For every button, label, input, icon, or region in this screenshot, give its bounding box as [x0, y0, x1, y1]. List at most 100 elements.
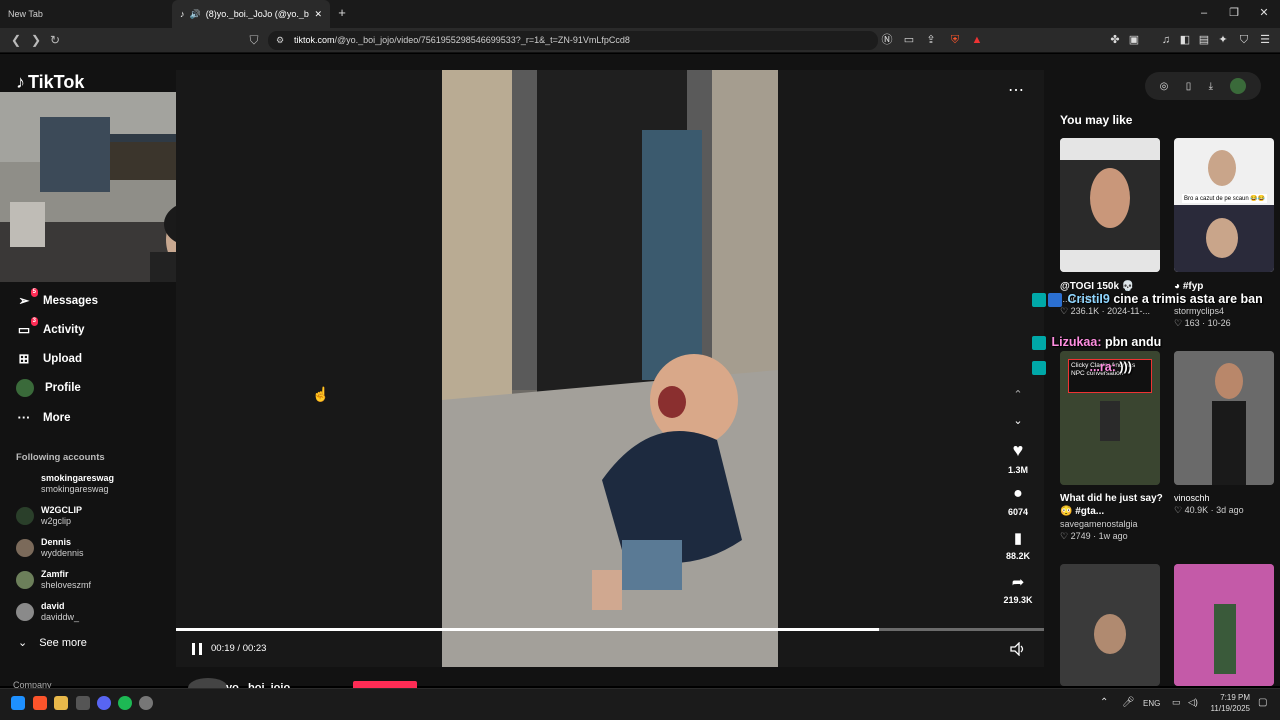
send-icon: ➢ 5 [18, 288, 38, 308]
clock-time: 7:19 PM [1220, 693, 1250, 702]
chat-username: ...ra: [1089, 360, 1116, 374]
chat-badge-icon [1032, 292, 1046, 307]
coin-icon[interactable]: ◎ [1160, 81, 1169, 92]
share-arrow-icon: ➦ [1011, 574, 1025, 591]
like-button[interactable]: ♥ 1.3M [1000, 440, 1036, 475]
suggestion-item[interactable]: vinoschh ♡ 40.9K · 3d ago [1174, 492, 1279, 516]
app-icon[interactable] [76, 696, 90, 710]
chat-badge-icon [1032, 335, 1046, 350]
thumbnail-image [1060, 138, 1160, 272]
nav-profile[interactable]: Profile [16, 378, 81, 398]
volume-icon[interactable]: ◁) [1188, 697, 1198, 708]
forward-button[interactable]: ❯ [28, 32, 44, 48]
screenshot-icon[interactable]: ▣ [1127, 33, 1141, 47]
extensions-icon[interactable]: ✤ [1108, 33, 1122, 47]
following-account[interactable]: david daviddw_ [16, 598, 79, 626]
avatar [16, 539, 34, 557]
speaker-icon[interactable]: 🔊 [190, 9, 201, 20]
nav-messages[interactable]: ➢ 5 Messages [16, 288, 98, 311]
nav-upload[interactable]: ⊞ Upload [16, 349, 82, 369]
tab-new-tab[interactable]: New Tab [0, 0, 170, 28]
new-tab-button[interactable]: + [334, 5, 350, 21]
tab-tiktok[interactable]: ♪ 🔊 (8)yo._boi._JoJo (@yo._boi_jo ✕ [172, 0, 330, 28]
thumbnail-image [1174, 138, 1274, 272]
account-name: david [41, 601, 65, 611]
network-icon[interactable]: ▭ [1172, 697, 1181, 708]
site-info-icon[interactable]: ⚙ [276, 31, 284, 50]
tab-title: New Tab [8, 9, 43, 19]
tiktok-logo[interactable]: ♪ TikTok [16, 72, 84, 93]
wallet-icon[interactable]: ▤ [1197, 33, 1211, 47]
user-avatar-icon[interactable] [1230, 78, 1247, 94]
time-display: 00:19 / 00:23 [211, 643, 267, 654]
suggestion-stats: ♡ 236.1K · 2024-11-... [1060, 306, 1150, 316]
nav-label: Activity [43, 324, 85, 336]
notification-icon[interactable]: ▢ [1258, 697, 1267, 708]
heart-icon: ♥ [1012, 440, 1024, 460]
profile-avatar-icon [16, 379, 34, 397]
suggestion-thumbnail[interactable] [1060, 564, 1160, 686]
video-frame[interactable] [442, 70, 778, 667]
language-indicator[interactable]: ENG [1143, 699, 1160, 708]
brave-shield-icon[interactable]: ⛨ [948, 33, 962, 47]
chat-username: Lizukaa: [1051, 335, 1102, 349]
nav-more[interactable]: ··· More [16, 408, 71, 428]
reload-button[interactable]: ↻ [47, 32, 63, 48]
more-options-button[interactable]: ⋯ [1008, 80, 1025, 100]
comment-button[interactable]: ● 6074 [1000, 485, 1036, 517]
cast-icon[interactable]: ▭ [902, 33, 916, 47]
suggestion-thumbnail[interactable] [1060, 138, 1160, 272]
pause-button[interactable] [190, 642, 204, 656]
music-icon[interactable]: ♫ [1159, 33, 1173, 47]
thumbnail-caption: Bro a cazut de pe scaun 😂😂 [1182, 194, 1268, 203]
suggestion-thumbnail[interactable] [1174, 564, 1274, 686]
chat-text: cine a trimis asta are ban [1113, 292, 1263, 306]
suggestion-user: savegamenostalgia [1060, 519, 1138, 529]
following-account[interactable]: Dennis wyddennis [16, 534, 84, 562]
file-explorer-icon[interactable] [54, 696, 68, 710]
back-button[interactable]: ❮ [8, 32, 24, 48]
restore-button[interactable]: ❐ [1224, 4, 1244, 22]
suggestion-likes: 2749 [1070, 531, 1091, 541]
volume-button[interactable] [1010, 641, 1026, 657]
account-handle: sheloveszmf [41, 580, 92, 590]
tiktok-logo-icon: ♪ [16, 72, 25, 92]
see-more-button[interactable]: ⌄ See more [18, 636, 87, 650]
microphone-icon[interactable]: 🎤︎ [1122, 697, 1135, 708]
save-button[interactable]: ▮ 88.2K [1000, 529, 1036, 561]
suggestion-thumbnail[interactable] [1174, 351, 1274, 485]
chevron-down-icon[interactable]: ⌄ [1010, 414, 1026, 427]
brave-browser-icon[interactable] [33, 696, 47, 710]
menu-icon[interactable]: ☰ [1258, 33, 1272, 47]
following-account[interactable]: smokingareswag smokingareswag [16, 470, 114, 498]
share-button[interactable]: ➦ 219.3K [1000, 573, 1036, 605]
sidebar-icon[interactable]: ◧ [1178, 33, 1192, 47]
phone-icon[interactable]: ▯ [1186, 81, 1192, 92]
close-tab-icon[interactable]: ✕ [314, 9, 322, 20]
discord-icon[interactable] [97, 696, 111, 710]
chevron-up-icon[interactable]: ⌃ [1100, 697, 1108, 708]
download-icon[interactable]: ⤓ [1209, 81, 1213, 92]
obs-icon[interactable] [139, 696, 153, 710]
suggestion-item[interactable]: What did he just say? 😳 #gta... savegame… [1060, 492, 1170, 542]
suggestion-thumbnail[interactable]: Bro a cazut de pe scaun 😂😂 [1174, 138, 1274, 272]
brave-rewards-icon[interactable]: ▲ [970, 33, 984, 47]
vpn-icon[interactable]: ⛉ [1237, 33, 1251, 47]
system-clock[interactable]: 7:19 PM 11/19/2025 [1206, 692, 1250, 714]
chat-badge-icon [1048, 292, 1062, 307]
no-translate-icon[interactable]: Ⓝ [880, 33, 894, 47]
suggestion-likes: 163 [1184, 318, 1200, 328]
leo-ai-icon[interactable]: ✦ [1216, 33, 1230, 47]
bookmark-icon[interactable]: ⛉ [246, 32, 262, 48]
minimize-button[interactable]: – [1194, 4, 1214, 22]
share-icon[interactable]: ⇪ [924, 33, 938, 47]
nav-activity[interactable]: ▭ 3 Activity [16, 317, 85, 340]
url-bar[interactable]: ⚙ tiktok.com/@yo._boi_jojo/video/7561955… [268, 31, 878, 50]
following-account[interactable]: W2GCLIP w2gclip [16, 502, 82, 530]
close-window-button[interactable]: ✕ [1254, 4, 1274, 22]
account-handle: smokingareswag [41, 484, 109, 494]
start-windows-icon[interactable] [11, 696, 25, 710]
spotify-icon[interactable] [118, 696, 132, 710]
following-account[interactable]: Zamfir sheloveszmf [16, 566, 91, 594]
chevron-up-icon[interactable]: ⌃ [1010, 388, 1026, 401]
